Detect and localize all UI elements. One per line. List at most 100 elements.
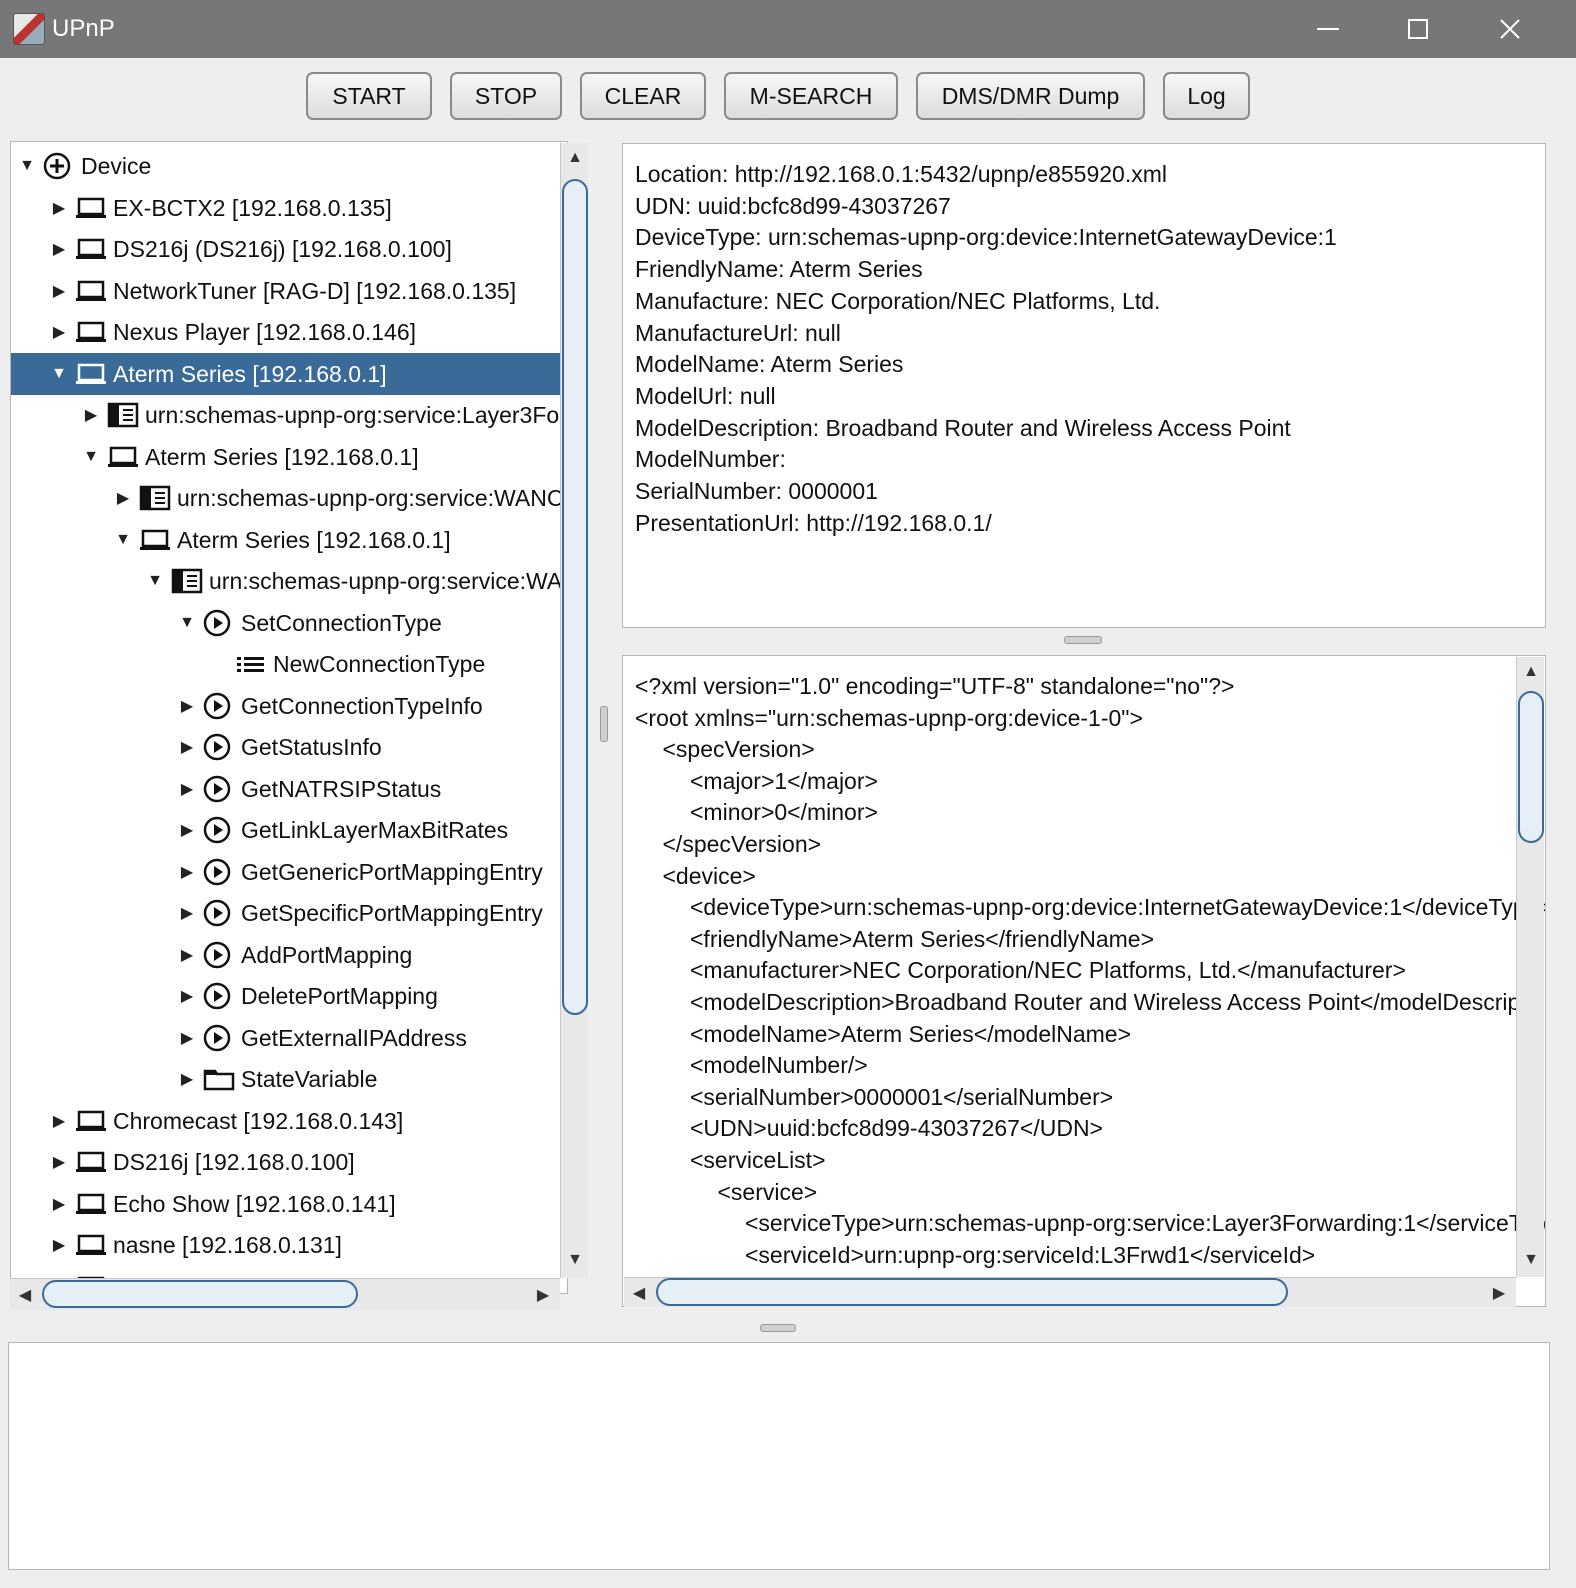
scroll-up-arrow-icon[interactable]: ▲ bbox=[562, 149, 588, 167]
tree-node-label: Device bbox=[81, 153, 152, 179]
expand-toggle-icon[interactable]: ▶ bbox=[177, 986, 197, 1006]
log-area[interactable] bbox=[8, 1342, 1550, 1570]
maximize-button[interactable] bbox=[1372, 0, 1464, 58]
expand-toggle-icon[interactable]: ▶ bbox=[49, 1235, 69, 1255]
tree-node[interactable]: ▼ Aterm Series [192.168.0.1] bbox=[11, 436, 567, 478]
window-title: UPnP bbox=[52, 15, 115, 42]
tree-node-label: Aterm Series [192.168.0.1] bbox=[177, 526, 451, 553]
tree-node[interactable]: ▶ GetNATRSIPStatus bbox=[11, 768, 567, 810]
expand-toggle-icon[interactable]: ▶ bbox=[49, 239, 69, 259]
scroll-left-arrow-icon[interactable]: ◀ bbox=[626, 1283, 652, 1303]
scroll-left-arrow-icon[interactable]: ◀ bbox=[12, 1285, 38, 1305]
close-button[interactable] bbox=[1464, 0, 1556, 58]
expand-toggle-icon[interactable]: ▶ bbox=[49, 198, 69, 218]
tree-node[interactable]: NewConnectionType bbox=[11, 643, 567, 685]
tree-node-label: SetConnectionType bbox=[241, 609, 442, 636]
log-button[interactable]: Log bbox=[1163, 72, 1250, 120]
tree-node[interactable]: ▶ GetGenericPortMappingEntry bbox=[11, 851, 567, 893]
tree-node[interactable]: ▼ Device bbox=[11, 145, 567, 187]
tree-node[interactable]: ▶ GetConnectionTypeInfo bbox=[11, 685, 567, 727]
scroll-down-arrow-icon[interactable]: ▼ bbox=[562, 1251, 588, 1269]
tree-node-label: GetLinkLayerMaxBitRates bbox=[241, 817, 509, 843]
tree-horizontal-scrollbar[interactable]: ◀ ▶ bbox=[10, 1278, 560, 1310]
collapse-toggle-icon[interactable]: ▼ bbox=[49, 364, 69, 384]
collapse-toggle-icon[interactable]: ▼ bbox=[177, 613, 197, 633]
app-icon bbox=[13, 13, 45, 45]
m-search-button[interactable]: M-SEARCH bbox=[724, 72, 898, 120]
tree-node[interactable]: ▶ DS216j (DS216j) [192.168.0.100] bbox=[11, 228, 567, 270]
scroll-right-arrow-icon[interactable]: ▶ bbox=[530, 1285, 556, 1305]
expand-toggle-icon[interactable]: ▶ bbox=[177, 1028, 197, 1048]
tree-node[interactable]: ▶ Nexus Player [192.168.0.146] bbox=[11, 311, 567, 353]
xml-line: <specVersion> bbox=[662, 736, 815, 763]
dms-dmr-dump-button[interactable]: DMS/DMR Dump bbox=[916, 72, 1145, 120]
tree-node-label: urn:schemas-upnp-org:service:WANCommonIn… bbox=[177, 485, 568, 511]
clear-button[interactable]: CLEAR bbox=[580, 72, 706, 120]
expand-toggle-icon[interactable]: ▶ bbox=[177, 820, 197, 840]
tree-node[interactable]: ▶ GetLinkLayerMaxBitRates bbox=[11, 809, 567, 851]
tree-node[interactable]: ▶ StateVariable bbox=[11, 1058, 567, 1100]
tree-node[interactable]: ▼ SetConnectionType bbox=[11, 602, 567, 644]
tree-node[interactable]: ▼ Aterm Series [192.168.0.1] bbox=[11, 519, 567, 561]
collapse-toggle-icon[interactable]: ▼ bbox=[145, 571, 165, 591]
tree-node[interactable]: ▼ Aterm Series [192.168.0.1] bbox=[11, 352, 567, 395]
device-icon bbox=[75, 1148, 107, 1176]
xml-vscroll-thumb[interactable] bbox=[1518, 691, 1544, 843]
expand-toggle-icon[interactable]: ▶ bbox=[49, 1111, 69, 1131]
scroll-down-arrow-icon[interactable]: ▼ bbox=[1518, 1251, 1544, 1269]
xml-hscroll-thumb[interactable] bbox=[656, 1278, 1288, 1306]
device-icon bbox=[139, 526, 171, 554]
tree-node[interactable]: ▶ GetSpecificPortMappingEntry bbox=[11, 892, 567, 934]
expand-toggle-icon[interactable]: ▶ bbox=[177, 737, 197, 757]
tree-node[interactable]: ▶ AddPortMapping bbox=[11, 934, 567, 976]
xml-line: <serviceId>urn:upnp-org:serviceId:L3Frwd… bbox=[745, 1241, 1316, 1268]
expand-toggle-icon[interactable]: ▶ bbox=[49, 1152, 69, 1172]
tree-node[interactable]: ▶ urn:schemas-upnp-org:service:WANCommonI… bbox=[11, 477, 568, 519]
expand-toggle-icon[interactable]: ▶ bbox=[49, 281, 69, 301]
expand-toggle-icon[interactable]: ▶ bbox=[113, 488, 133, 508]
tree-node-label: GetSpecificPortMappingEntry bbox=[241, 900, 543, 926]
collapse-toggle-icon[interactable]: ▼ bbox=[17, 156, 37, 176]
tree-node[interactable]: ▶ NetworkTuner [RAG-D] [192.168.0.135] bbox=[11, 270, 567, 312]
collapse-toggle-icon[interactable]: ▼ bbox=[81, 447, 101, 467]
right-split-divider[interactable] bbox=[1064, 636, 1102, 644]
tree-node[interactable]: ▶ GetExternalIPAddress bbox=[11, 1017, 567, 1059]
expand-toggle-icon[interactable]: ▶ bbox=[177, 903, 197, 923]
device-tree[interactable]: ▼ Device ▶ EX-BCTX2 [192.168.0.135] ▶ DS216j … bbox=[10, 141, 568, 1294]
tree-node[interactable]: ▶ DS216j [192.168.0.100] bbox=[11, 1141, 567, 1183]
tree-node[interactable]: ▶ DeletePortMapping bbox=[11, 975, 567, 1017]
tree-node[interactable]: ▶ nasne [192.168.0.131] bbox=[11, 1224, 567, 1266]
xml-horizontal-scrollbar[interactable]: ◀ ▶ bbox=[624, 1277, 1516, 1307]
tree-node[interactable]: ▶ EX-BCTX2 [192.168.0.135] bbox=[11, 187, 567, 229]
tree-node[interactable]: ▶ GetStatusInfo bbox=[11, 726, 567, 768]
expand-toggle-icon[interactable]: ▶ bbox=[49, 1194, 69, 1214]
tree-hscroll-thumb[interactable] bbox=[42, 1280, 358, 1308]
expand-toggle-icon[interactable]: ▶ bbox=[177, 862, 197, 882]
tree-node[interactable]: ▶ Chromecast [192.168.0.143] bbox=[11, 1100, 567, 1142]
scroll-up-arrow-icon[interactable]: ▲ bbox=[1518, 663, 1544, 681]
stop-button[interactable]: STOP bbox=[450, 72, 562, 120]
collapse-toggle-icon[interactable]: ▼ bbox=[113, 530, 133, 550]
info-line: FriendlyName: Aterm Series bbox=[635, 256, 923, 283]
tree-vscroll-thumb[interactable] bbox=[562, 179, 588, 1015]
device-icon bbox=[75, 360, 107, 388]
start-button[interactable]: START bbox=[306, 72, 432, 120]
minimize-icon bbox=[1317, 28, 1339, 30]
expand-toggle-icon[interactable]: ▶ bbox=[81, 405, 101, 425]
action-icon bbox=[203, 941, 235, 969]
expand-toggle-icon[interactable]: ▶ bbox=[177, 1069, 197, 1089]
expand-toggle-icon[interactable]: ▶ bbox=[177, 696, 197, 716]
scroll-right-arrow-icon[interactable]: ▶ bbox=[1486, 1283, 1512, 1303]
expand-toggle-icon[interactable]: ▶ bbox=[49, 322, 69, 342]
tree-node[interactable]: ▶ urn:schemas-upnp-org:service:Layer3Forw… bbox=[11, 394, 567, 436]
expand-toggle-icon[interactable]: ▶ bbox=[177, 945, 197, 965]
xml-vertical-scrollbar[interactable]: ▲ ▼ bbox=[1516, 657, 1544, 1277]
expand-toggle-icon[interactable]: ▶ bbox=[177, 779, 197, 799]
main-split-divider[interactable] bbox=[760, 1324, 796, 1332]
tree-node[interactable]: ▶ Echo Show [192.168.0.141] bbox=[11, 1183, 567, 1225]
device-icon bbox=[107, 443, 139, 471]
vertical-split-divider[interactable] bbox=[600, 706, 608, 742]
tree-vertical-scrollbar[interactable]: ▲ ▼ bbox=[560, 143, 588, 1278]
minimize-button[interactable] bbox=[1282, 0, 1374, 58]
tree-node[interactable]: ▼ urn:schemas-upnp-org:service:WANIPConne… bbox=[11, 560, 567, 602]
